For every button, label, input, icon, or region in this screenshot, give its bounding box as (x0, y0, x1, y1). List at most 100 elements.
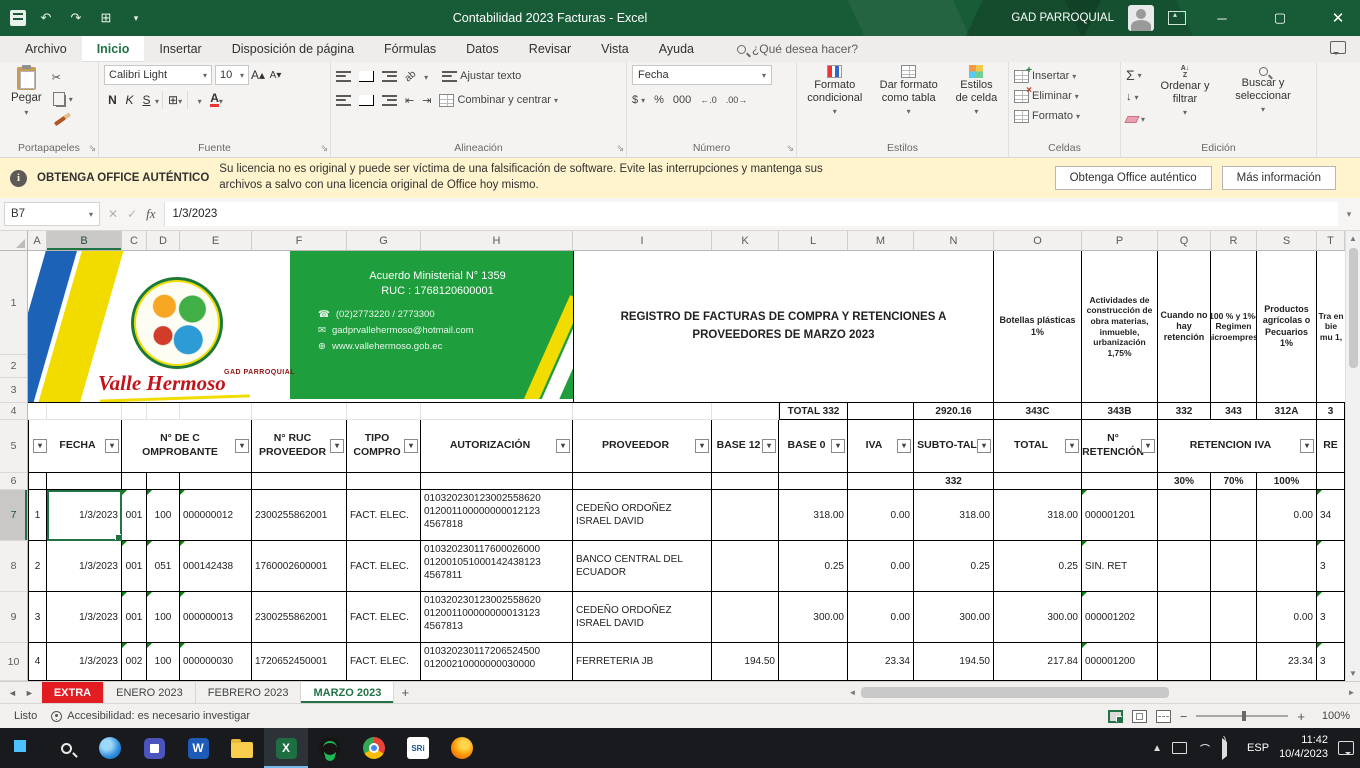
percent-format-button[interactable]: % (654, 91, 664, 109)
format-cells-button[interactable]: Formato (1014, 107, 1080, 125)
cell[interactable]: Botellas plásticas 1% (994, 251, 1082, 402)
scroll-left-icon[interactable]: ◄ (846, 688, 859, 697)
cell[interactable]: PROVEEDOR (573, 420, 712, 473)
column-header[interactable]: D (147, 231, 180, 251)
selected-cell[interactable]: 1/3/2023 (47, 490, 122, 541)
cell[interactable]: BASE 12 (712, 420, 779, 473)
cell[interactable]: 0.25 (914, 541, 994, 592)
taskbar-spotify[interactable] (308, 728, 352, 768)
cell[interactable] (848, 473, 914, 490)
column-header[interactable]: F (252, 231, 347, 251)
cell[interactable]: 010320230117206524500 012002100000000300… (421, 643, 573, 681)
copy-button[interactable] (52, 90, 73, 108)
cell[interactable]: 194.50 (712, 643, 779, 681)
sheet-tab-febrero[interactable]: FEBRERO 2023 (196, 682, 302, 703)
cell[interactable]: 2920.16 (914, 403, 994, 420)
cell[interactable]: CEDEÑO ORDOÑEZ ISRAEL DAVID (573, 592, 712, 643)
delete-cells-button[interactable]: Eliminar (1014, 87, 1079, 105)
cell[interactable]: 1/3/2023 (47, 643, 122, 681)
cell[interactable] (28, 403, 47, 420)
wrap-text-button[interactable]: Ajustar texto (442, 67, 521, 85)
taskbar-sri[interactable] (396, 728, 440, 768)
tab-vista[interactable]: Vista (586, 36, 644, 62)
underline-button[interactable]: S (138, 90, 155, 109)
cell[interactable]: FACT. ELEC. (347, 592, 421, 643)
fill-button[interactable]: ↓ (1126, 88, 1145, 106)
start-button[interactable] (0, 728, 44, 768)
cell[interactable]: 010320230123002558620 012001100000000012… (421, 490, 573, 541)
cell[interactable]: 0.00 (848, 541, 914, 592)
cell[interactable]: 100 (147, 592, 180, 643)
row-header[interactable]: 10 (0, 643, 28, 681)
cell[interactable] (1158, 643, 1211, 681)
insert-cells-button[interactable]: Insertar (1014, 67, 1076, 85)
cell[interactable] (1257, 541, 1317, 592)
dialog-launcher-icon[interactable]: ⇘ (616, 143, 624, 154)
cell[interactable] (421, 403, 573, 420)
cell[interactable] (47, 473, 122, 490)
cell[interactable]: FACT. ELEC. (347, 541, 421, 592)
cell[interactable] (347, 403, 421, 420)
borders-button[interactable]: ⊞ (166, 90, 184, 109)
cell[interactable]: 343 (1211, 403, 1257, 420)
filter-icon[interactable] (1300, 439, 1314, 453)
cell[interactable]: 100 (147, 643, 180, 681)
cell[interactable]: 100 (147, 490, 180, 541)
minimize-button[interactable]: ─ (1200, 0, 1244, 36)
cell[interactable] (779, 643, 848, 681)
formula-input[interactable]: 1/3/2023 (165, 202, 1338, 226)
cell[interactable] (1211, 490, 1257, 541)
sheet-nav-left-icon[interactable]: ◄ (8, 688, 17, 698)
filter-icon[interactable] (105, 439, 119, 453)
cell[interactable]: BASE 0 (779, 420, 848, 473)
excel-logo-icon[interactable] (10, 10, 26, 26)
row-header[interactable]: 9 (0, 592, 28, 643)
cell[interactable] (1082, 473, 1158, 490)
align-left-icon[interactable] (336, 95, 351, 106)
network-icon[interactable] (1197, 742, 1212, 754)
cell[interactable]: 343C (994, 403, 1082, 420)
column-header[interactable]: S (1257, 231, 1317, 251)
cell[interactable] (147, 473, 180, 490)
cell[interactable]: 1720652450001 (252, 643, 347, 681)
close-button[interactable]: ✕ (1316, 0, 1360, 36)
taskbar-firefox[interactable] (440, 728, 484, 768)
cell[interactable]: 3 (28, 592, 47, 643)
column-header[interactable]: A (28, 231, 47, 251)
cell[interactable]: 000001202 (1082, 592, 1158, 643)
cell[interactable]: 0.00 (848, 490, 914, 541)
expand-formula-bar-icon[interactable]: ▾ (1338, 198, 1360, 230)
cell[interactable]: FECHA (47, 420, 122, 473)
cell[interactable]: 002 (122, 643, 147, 681)
cut-button[interactable]: ✂ (52, 68, 73, 86)
cell[interactable]: 332 (914, 473, 994, 490)
cell[interactable] (712, 490, 779, 541)
maximize-button[interactable]: ▢ (1258, 0, 1302, 36)
cell[interactable] (47, 403, 122, 420)
tab-archivo[interactable]: Archivo (10, 36, 82, 62)
cell[interactable]: 100 % y 1%- Regimen microempresa (1211, 251, 1257, 402)
decrease-indent-icon[interactable]: ⇤ (405, 94, 414, 107)
zoom-in-icon[interactable]: + (1297, 709, 1305, 724)
cell[interactable] (1211, 541, 1257, 592)
cell[interactable]: 010320230117600026000 012001051000142438… (421, 541, 573, 592)
format-painter-button[interactable] (52, 112, 73, 130)
row-header-selected[interactable]: 7 (0, 490, 28, 541)
cell[interactable]: N° RUC PROVEEDOR (252, 420, 347, 473)
cell[interactable] (1158, 592, 1211, 643)
scrollbar-thumb[interactable] (861, 687, 1169, 698)
cell[interactable]: 3 (1317, 643, 1345, 681)
cell[interactable]: FACT. ELEC. (347, 490, 421, 541)
cell[interactable]: SUBTO-TAL (914, 420, 994, 473)
cell[interactable] (712, 473, 779, 490)
row-header[interactable]: 1 (0, 251, 28, 355)
row-header[interactable]: 5 (0, 420, 28, 473)
column-header[interactable]: O (994, 231, 1082, 251)
number-format-select[interactable]: Fecha (632, 65, 772, 85)
cell[interactable]: 000001201 (1082, 490, 1158, 541)
increase-decimal-icon[interactable]: ←.0 (700, 91, 717, 109)
cell[interactable]: 000001200 (1082, 643, 1158, 681)
tab-revisar[interactable]: Revisar (514, 36, 586, 62)
avatar[interactable] (1128, 5, 1154, 31)
cell[interactable]: 318.00 (779, 490, 848, 541)
